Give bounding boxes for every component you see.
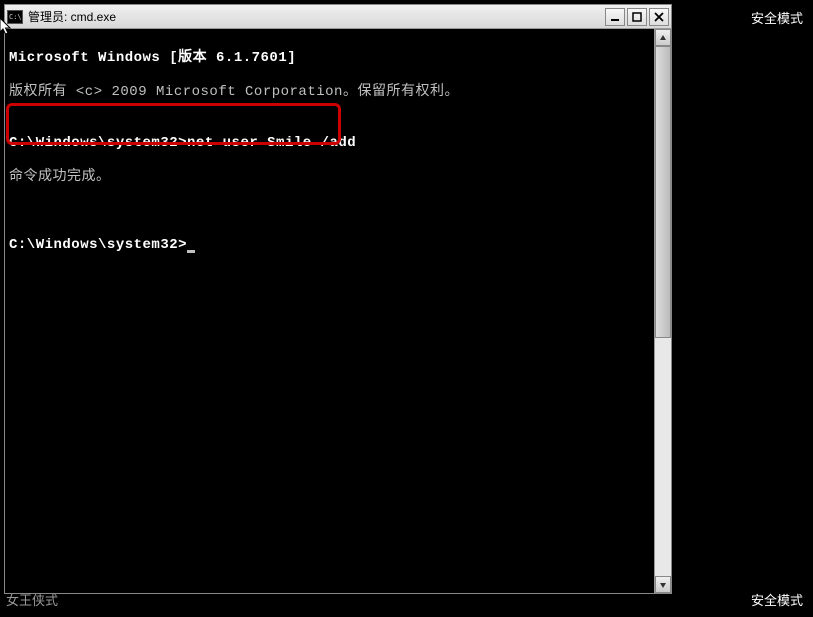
window-controls [605,8,669,26]
content-area: Microsoft Windows [版本 6.1.7601] 版权所有 <c>… [5,29,671,593]
safe-mode-label-bottom-right: 安全模式 [751,590,803,609]
cmd-icon: C:\ [7,10,23,24]
version-line: Microsoft Windows [版本 6.1.7601] [9,50,654,67]
copyright-line: 版权所有 <c> 2009 Microsoft Corporation。保留所有… [9,84,654,101]
text-cursor [187,250,195,253]
scroll-thumb[interactable] [655,46,671,338]
vertical-scrollbar[interactable] [654,29,671,593]
scroll-up-button[interactable] [655,29,671,46]
prompt-line-2: C:\Windows\system32> [9,237,654,254]
close-button[interactable] [649,8,669,26]
scroll-down-button[interactable] [655,576,671,593]
scroll-track[interactable] [655,46,671,576]
minimize-button[interactable] [605,8,625,26]
command-line-1: C:\Windows\system32>net user Smile /add [9,135,654,152]
safe-mode-label-top-right: 安全模式 [751,8,803,27]
cmd-window: C:\ 管理员: cmd.exe Microsoft Windows [版本 6… [4,4,672,594]
result-line: 命令成功完成。 [9,169,654,186]
maximize-button[interactable] [627,8,647,26]
titlebar[interactable]: C:\ 管理员: cmd.exe [5,5,671,29]
terminal-output[interactable]: Microsoft Windows [版本 6.1.7601] 版权所有 <c>… [5,29,654,593]
window-title: 管理员: cmd.exe [28,8,605,25]
